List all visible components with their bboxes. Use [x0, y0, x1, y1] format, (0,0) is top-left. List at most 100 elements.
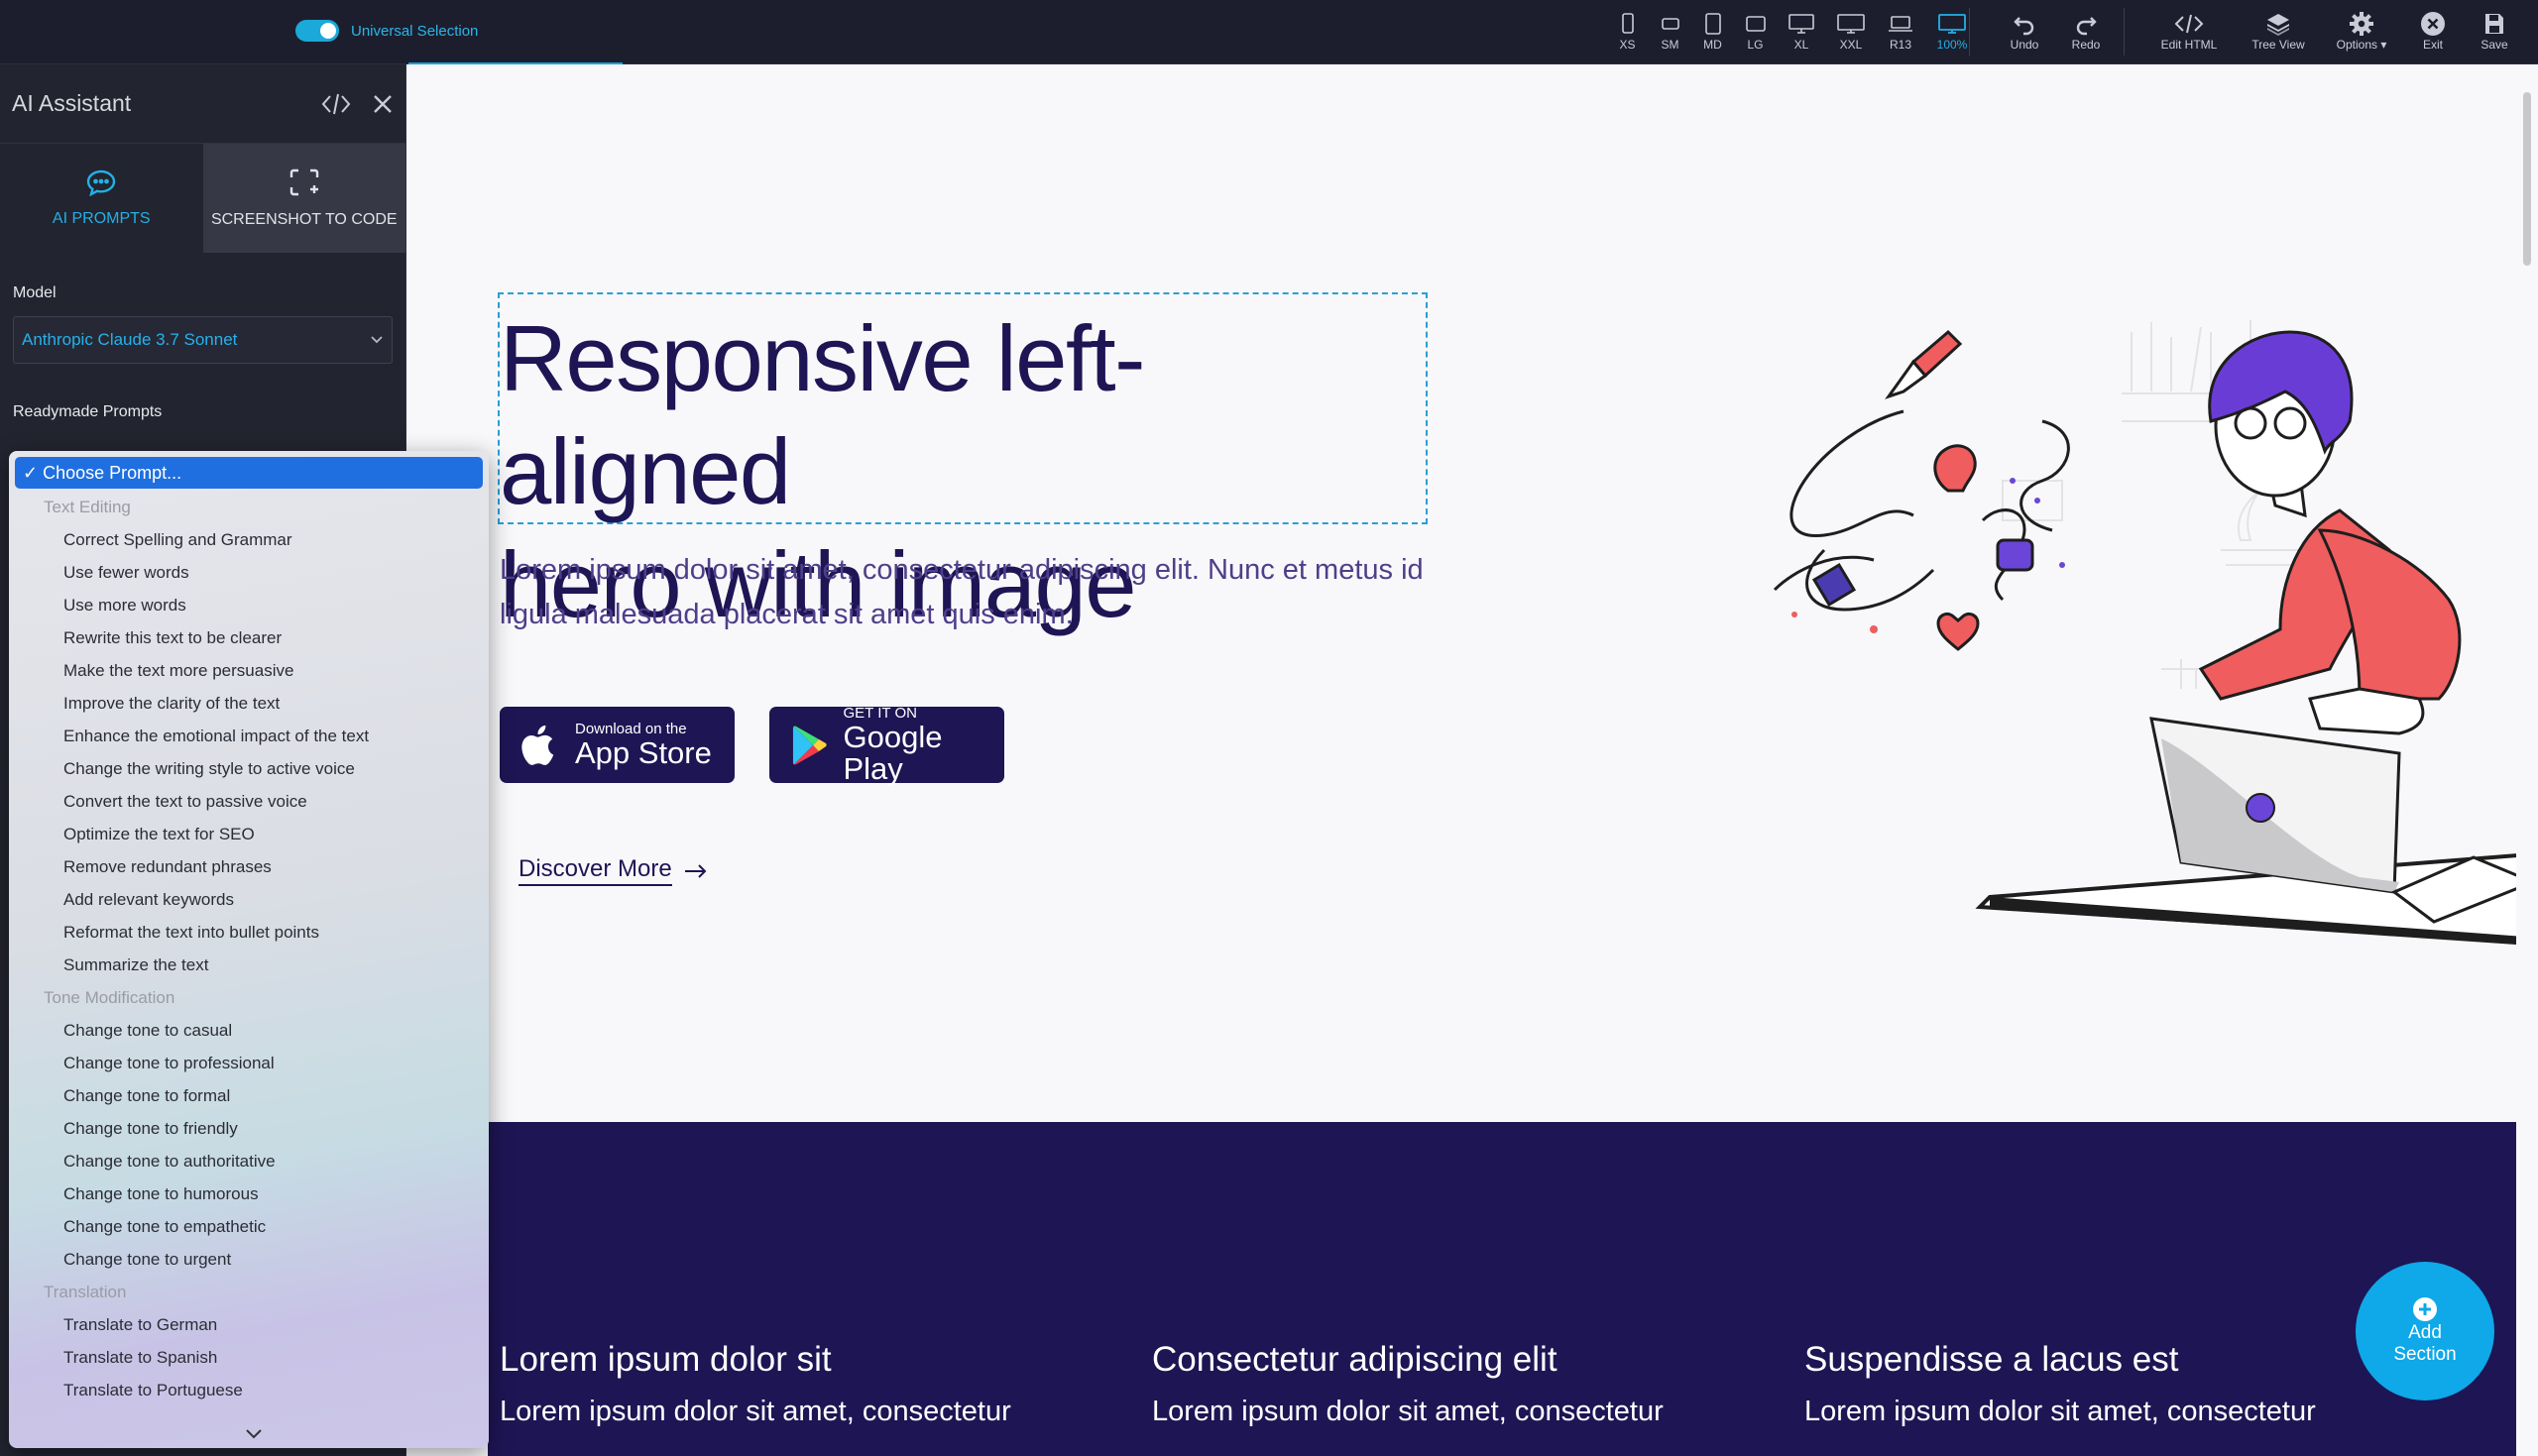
dropdown-option[interactable]: Change tone to empathetic [9, 1210, 489, 1243]
dropdown-option[interactable]: Change tone to urgent [9, 1243, 489, 1276]
feature-column: Consectetur adipiscing elit Lorem ipsum … [1152, 1338, 1747, 1433]
dropdown-group-label: Tone Modification [44, 988, 175, 1007]
add-section-label: Add [2408, 1322, 2442, 1343]
dropdown-option[interactable]: Improve the clarity of the text [9, 687, 489, 720]
dropdown-option[interactable]: Change tone to professional [9, 1047, 489, 1079]
tree-view-button[interactable]: Tree View [2247, 10, 2310, 52]
editor-controls: Edit HTML Tree View Options ▾ Exit Save [2153, 10, 2514, 52]
view-code-button[interactable] [320, 92, 352, 116]
scrollbar-thumb[interactable] [2523, 92, 2531, 266]
dropdown-option[interactable]: Change the writing style to active voice [9, 752, 489, 785]
redo-button[interactable]: Redo [2066, 10, 2106, 52]
discover-more-link[interactable]: Discover More [519, 855, 708, 886]
device-label: XS [1619, 38, 1636, 52]
tab-label: SCREENSHOT TO CODE [210, 211, 398, 228]
dropdown-selected-option[interactable]: ✓ Choose Prompt... [15, 457, 483, 489]
eraser-icon [1811, 562, 1857, 608]
save-button[interactable]: Save [2475, 10, 2514, 52]
arrow-right-icon [684, 863, 707, 878]
dropdown-option[interactable]: Translate to Portuguese [9, 1374, 489, 1406]
edit-html-label: Edit HTML [2160, 38, 2218, 52]
exit-button[interactable]: Exit [2413, 10, 2453, 52]
dropdown-option[interactable]: Translate to German [9, 1308, 489, 1341]
dropdown-option[interactable]: Use more words [9, 589, 489, 621]
device-lg-button[interactable]: LG [1734, 10, 1777, 52]
undo-label: Undo [2010, 38, 2039, 52]
device-xs-button[interactable]: XS [1606, 10, 1649, 52]
save-icon [2485, 14, 2503, 34]
dropdown-option[interactable]: Optimize the text for SEO [9, 818, 489, 850]
dropdown-option[interactable]: Use fewer words [9, 556, 489, 589]
plus-circle-icon [2413, 1297, 2437, 1321]
history-controls: Undo Redo [2005, 10, 2106, 52]
top-toolbar: Universal Selection XS SM MD LG XL XXL R… [0, 0, 2538, 64]
lightbulb-icon [1933, 444, 1977, 493]
toolbar-divider [2124, 8, 2125, 56]
dropdown-option[interactable]: Remove redundant phrases [9, 850, 489, 883]
prompt-dropdown-list[interactable]: ✓ Choose Prompt... Text Editing Correct S… [9, 451, 489, 1448]
page-canvas: Responsive left-aligned hero with image … [406, 64, 2516, 1456]
dropdown-option[interactable]: Change tone to friendly [9, 1112, 489, 1145]
scroll-down-chevron-icon[interactable] [245, 1428, 263, 1440]
app-store-text: Download on the App Store [575, 721, 712, 770]
device-sm-button[interactable]: SM [1649, 10, 1691, 52]
app-store-big-text: App Store [575, 734, 712, 770]
feature-text[interactable]: Lorem ipsum dolor sit amet, consectetur [1152, 1390, 1747, 1433]
model-select[interactable]: Anthropic Claude 3.7 Sonnet [13, 316, 393, 364]
undo-icon [2014, 17, 2034, 36]
dropdown-option[interactable]: Change tone to authoritative [9, 1145, 489, 1177]
device-switcher: XS SM MD LG XL XXL R13 100% [1606, 10, 1979, 52]
close-icon [374, 94, 392, 113]
dropdown-option[interactable]: Translate to Spanish [9, 1341, 489, 1374]
phone-landscape-icon [1661, 18, 1679, 30]
feature-title[interactable]: Consectetur adipiscing elit [1152, 1338, 1747, 1382]
options-label: Options ▾ [2336, 38, 2387, 52]
dropdown-option[interactable]: Rewrite this text to be clearer [9, 621, 489, 654]
device-xl-button[interactable]: XL [1777, 10, 1826, 52]
canvas-scrollbar[interactable] [2516, 64, 2538, 1456]
toolbar-divider [1969, 8, 1970, 56]
undo-button[interactable]: Undo [2005, 10, 2044, 52]
dropdown-option[interactable]: Add relevant keywords [9, 883, 489, 916]
close-circle-icon [2421, 12, 2445, 36]
app-store-button[interactable]: Download on the App Store [500, 707, 735, 783]
device-xxl-button[interactable]: XXL [1826, 10, 1876, 52]
dropdown-option[interactable]: Convert the text to passive voice [9, 785, 489, 818]
edit-html-button[interactable]: Edit HTML [2153, 10, 2225, 52]
model-select-value: Anthropic Claude 3.7 Sonnet [22, 330, 238, 349]
tab-ai-prompts[interactable]: AI PROMPTS [0, 144, 203, 253]
device-label: XL [1793, 38, 1809, 52]
dropdown-group-label: Translation [44, 1283, 127, 1301]
code-icon [321, 93, 351, 114]
universal-selection-control[interactable]: Universal Selection [295, 20, 478, 42]
device-label: LG [1747, 38, 1764, 52]
dropdown-option[interactable]: Summarize the text [9, 949, 489, 981]
dropdown-option[interactable]: Change tone to humorous [9, 1177, 489, 1210]
device-md-button[interactable]: MD [1691, 10, 1734, 52]
dropdown-option[interactable]: Change tone to casual [9, 1014, 489, 1047]
google-play-icon [792, 726, 827, 764]
code-icon [2174, 14, 2204, 34]
google-play-button[interactable]: GET IT ON Google Play [769, 705, 1004, 784]
universal-selection-toggle[interactable] [295, 20, 339, 42]
dropdown-option[interactable]: Make the text more persuasive [9, 654, 489, 687]
dropdown-group-label: Text Editing [44, 498, 131, 516]
tab-label: AI PROMPTS [52, 210, 151, 227]
feature-title[interactable]: Lorem ipsum dolor sit [500, 1338, 1095, 1382]
dropdown-option[interactable]: Reformat the text into bullet points [9, 916, 489, 949]
device-label: SM [1661, 38, 1679, 52]
add-section-button[interactable]: Add Section [2356, 1262, 2494, 1400]
feature-text[interactable]: Lorem ipsum dolor sit amet, consectetur [500, 1390, 1095, 1433]
device-100-button[interactable]: 100% [1925, 10, 1979, 52]
device-r13-button[interactable]: R13 [1876, 10, 1925, 52]
dropdown-option[interactable]: Correct Spelling and Grammar [9, 523, 489, 556]
hero-subtitle[interactable]: Lorem ipsum dolor sit amet, consectetur … [500, 548, 1432, 637]
feature-title[interactable]: Suspendisse a lacus est [1804, 1338, 2399, 1382]
options-button[interactable]: Options ▾ [2332, 10, 2391, 52]
tab-screenshot-to-code[interactable]: SCREENSHOT TO CODE [202, 144, 405, 253]
close-sidebar-button[interactable] [372, 93, 394, 115]
dropdown-option[interactable]: Enhance the emotional impact of the text [9, 720, 489, 752]
device-label: XXL [1839, 38, 1863, 52]
feature-text[interactable]: Lorem ipsum dolor sit amet, consectetur [1804, 1390, 2399, 1433]
dropdown-option[interactable]: Change tone to formal [9, 1079, 489, 1112]
